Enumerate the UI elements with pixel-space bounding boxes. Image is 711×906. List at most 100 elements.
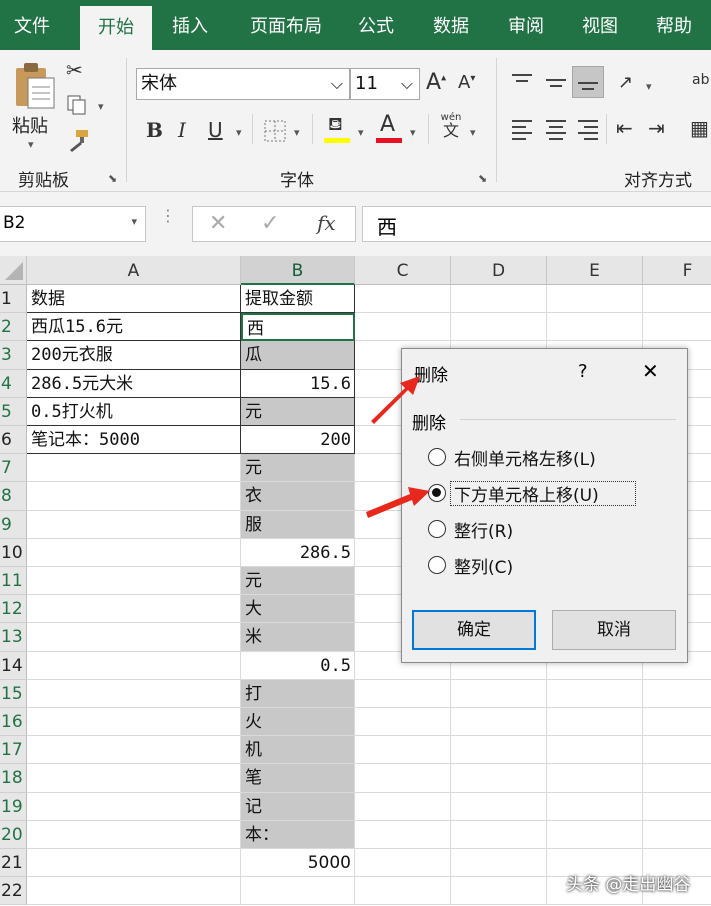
orientation-dropdown-icon[interactable]: ▾ (646, 80, 652, 93)
row-header[interactable]: 9 (0, 510, 27, 539)
cell-b6[interactable]: 200 (241, 426, 355, 455)
row-header[interactable]: 4 (0, 369, 27, 398)
font-color-icon[interactable]: A (376, 112, 404, 144)
tab-file[interactable]: 文件 (0, 0, 64, 50)
empty-cell[interactable] (643, 313, 711, 342)
empty-cell[interactable] (355, 285, 451, 314)
empty-cell[interactable] (547, 736, 643, 765)
tab-help[interactable]: 帮助 (642, 0, 706, 50)
font-name-dropdown[interactable]: 宋体 ⌵ (136, 68, 350, 100)
merge-center-icon[interactable]: ▦ (690, 116, 709, 140)
cell-a21[interactable] (27, 849, 241, 878)
empty-cell[interactable] (451, 313, 547, 342)
cell-a3[interactable]: 200元衣服 (27, 341, 241, 370)
border-icon[interactable] (264, 120, 286, 142)
empty-cell[interactable] (451, 708, 547, 737)
cell-a9[interactable] (27, 510, 241, 539)
empty-cell[interactable] (355, 708, 451, 737)
cell-a17[interactable] (27, 736, 241, 765)
column-header-a[interactable]: A (27, 256, 241, 285)
option-shift-left-label[interactable]: 右侧单元格左移(L) (454, 445, 596, 470)
cell-b19[interactable]: 记 (241, 792, 355, 821)
row-header[interactable]: 7 (0, 454, 27, 483)
option-entire-column-label[interactable]: 整列(C) (454, 553, 513, 578)
cell-b1[interactable]: 提取金额 (241, 285, 355, 314)
font-color-dropdown-icon[interactable]: ▾ (410, 126, 416, 139)
wrap-text-icon[interactable]: ab (692, 72, 709, 88)
row-header[interactable]: 11 (0, 567, 27, 596)
cell-b7[interactable]: 元 (241, 454, 355, 483)
cell-b10[interactable]: 286.5 (241, 538, 355, 567)
cell-b11[interactable]: 元 (241, 567, 355, 596)
paste-dropdown-icon[interactable]: ▾ (28, 138, 34, 151)
tab-formulas[interactable]: 公式 (344, 0, 408, 50)
cell-a1[interactable]: 数据 (27, 285, 241, 314)
empty-cell[interactable] (547, 820, 643, 849)
empty-cell[interactable] (547, 313, 643, 342)
column-header-d[interactable]: D (451, 256, 547, 285)
cell-b18[interactable]: 笔 (241, 764, 355, 793)
format-painter-icon[interactable] (66, 128, 90, 152)
align-top-icon[interactable] (510, 72, 534, 94)
tab-page-layout[interactable]: 页面布局 (238, 0, 334, 50)
empty-cell[interactable] (643, 793, 711, 821)
row-header[interactable]: 18 (0, 764, 27, 793)
cell-b9[interactable]: 服 (241, 510, 355, 539)
underline-dropdown-icon[interactable]: ▾ (236, 126, 242, 139)
insert-function-icon[interactable]: fx (317, 211, 336, 235)
empty-cell[interactable] (451, 849, 547, 878)
cell-b12[interactable]: 大 (241, 595, 355, 624)
ok-button[interactable]: 确定 (412, 610, 536, 650)
cell-a7[interactable] (27, 454, 241, 483)
empty-cell[interactable] (451, 877, 547, 906)
empty-cell[interactable] (547, 679, 643, 708)
cell-a16[interactable] (27, 708, 241, 737)
decrease-indent-icon[interactable]: ⇤ (616, 116, 633, 140)
bold-button[interactable]: B (146, 118, 163, 142)
cell-b16[interactable]: 火 (241, 708, 355, 737)
empty-cell[interactable] (451, 285, 547, 314)
column-header-f[interactable]: F (643, 256, 711, 285)
cell-a10[interactable] (27, 538, 241, 567)
cell-b22[interactable] (241, 877, 355, 906)
empty-cell[interactable] (451, 679, 547, 708)
cell-a4[interactable]: 286.5元大米 (27, 369, 241, 398)
row-header[interactable]: 19 (0, 792, 27, 821)
align-middle-icon[interactable] (544, 72, 568, 94)
cell-b3[interactable]: 瓜 (241, 341, 355, 370)
row-header[interactable]: 17 (0, 736, 27, 765)
tab-data[interactable]: 数据 (418, 0, 484, 50)
phonetic-dropdown-icon[interactable]: ▾ (470, 126, 476, 139)
cell-a5[interactable]: 0.5打火机 (27, 397, 241, 426)
cell-b17[interactable]: 机 (241, 736, 355, 765)
fill-color-icon[interactable]: ⛾ (324, 114, 352, 144)
row-header[interactable]: 10 (0, 538, 27, 567)
cell-b5[interactable]: 元 (241, 397, 355, 426)
empty-cell[interactable] (355, 849, 451, 878)
cell-b8[interactable]: 衣 (241, 482, 355, 511)
radio-entire-column[interactable] (428, 556, 446, 574)
align-bottom-icon[interactable] (572, 66, 604, 98)
cell-b14[interactable]: 0.5 (241, 651, 355, 680)
active-cell-b2[interactable]: 西 (241, 313, 355, 342)
decrease-font-icon[interactable]: A▾ (458, 72, 475, 93)
font-size-dropdown[interactable]: 11 ⌵ (350, 68, 420, 100)
cell-a14[interactable] (27, 651, 241, 680)
empty-cell[interactable] (451, 792, 547, 821)
column-header-e[interactable]: E (547, 256, 643, 285)
align-center-icon[interactable] (544, 118, 568, 140)
row-header[interactable]: 12 (0, 595, 27, 624)
cell-a19[interactable] (27, 792, 241, 821)
cell-a6[interactable]: 笔记本：5000 (27, 426, 241, 455)
formula-input[interactable]: 西 (362, 206, 711, 242)
radio-shift-left[interactable] (428, 448, 446, 466)
help-button[interactable]: ? (578, 361, 588, 382)
cancel-button[interactable]: 取消 (552, 610, 676, 650)
empty-cell[interactable] (547, 792, 643, 821)
empty-cell[interactable] (355, 679, 451, 708)
font-launcher-icon[interactable]: ⬊ (478, 172, 487, 185)
cell-b21[interactable]: 5000 (241, 849, 355, 878)
underline-button[interactable]: U (208, 118, 223, 142)
row-header[interactable]: 6 (0, 426, 27, 455)
empty-cell[interactable] (643, 736, 711, 765)
